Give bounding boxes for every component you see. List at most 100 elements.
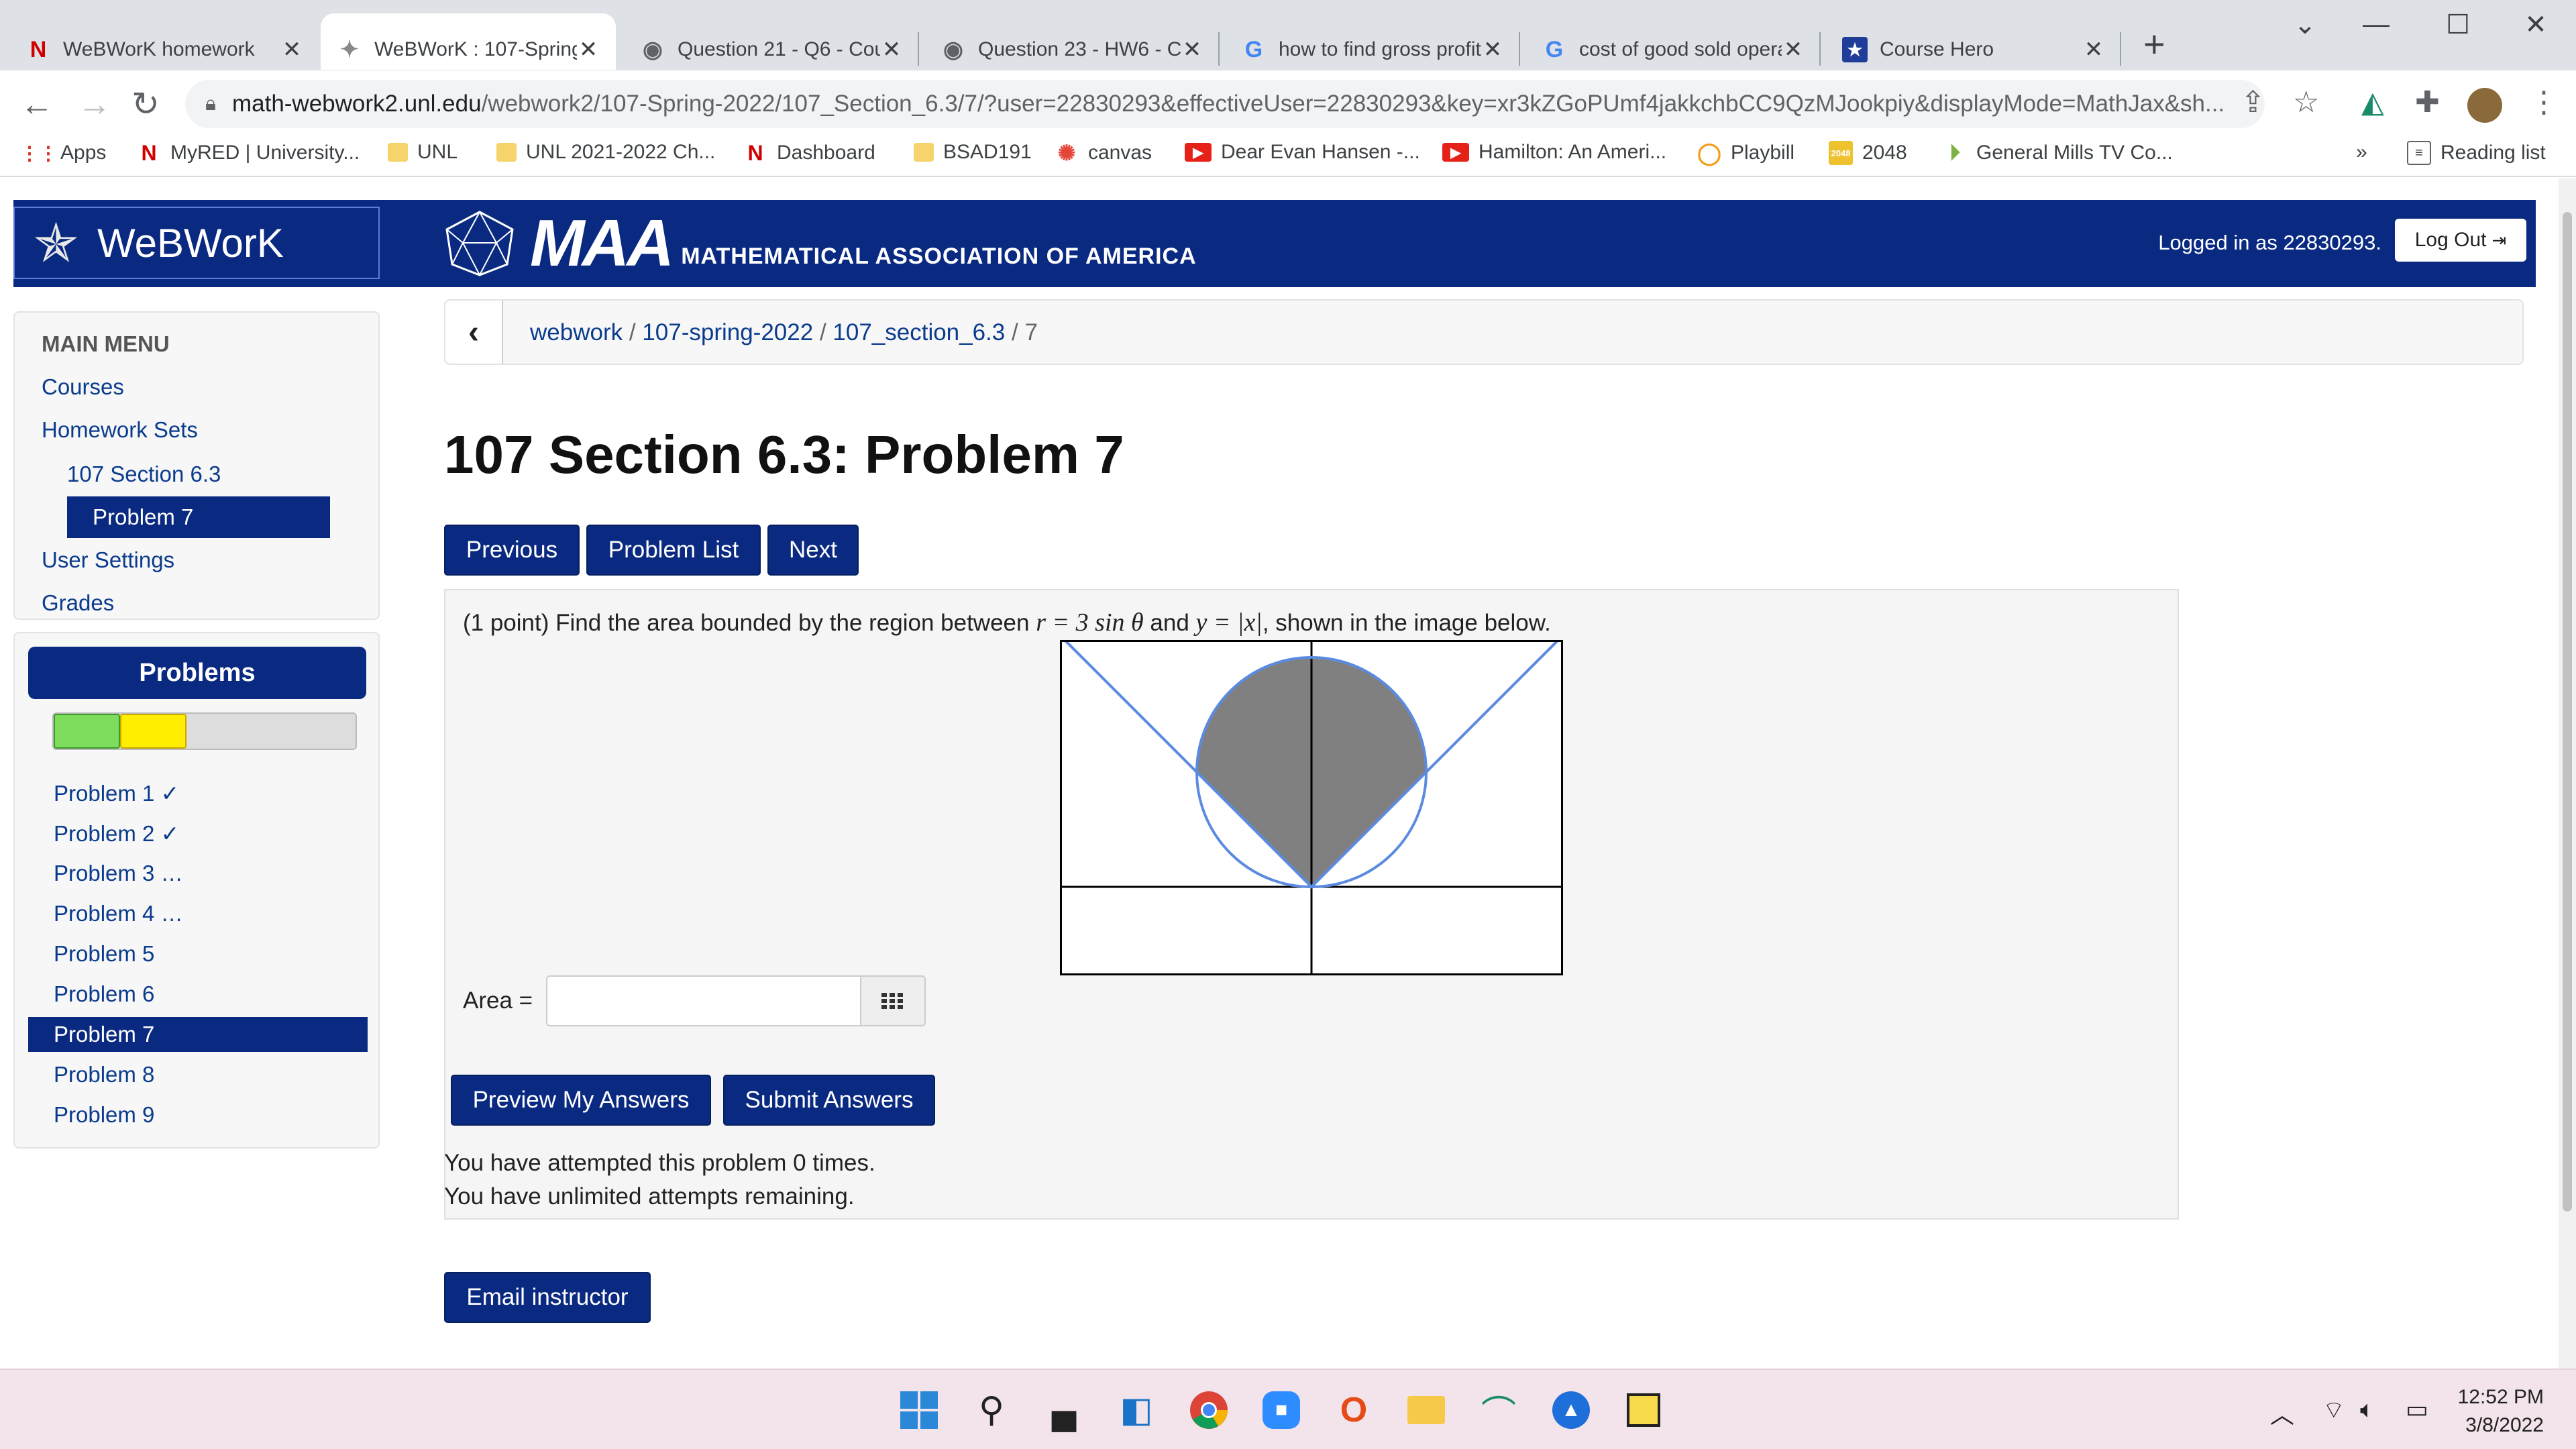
- problem-link-1[interactable]: Problem 1 ✓: [28, 775, 368, 810]
- bookmark-myred[interactable]: N MyRED | University...: [137, 141, 360, 165]
- app-arc-icon[interactable]: ⌒: [1476, 1387, 1521, 1434]
- tab-search-icon[interactable]: ⌄: [2278, 9, 2332, 40]
- close-icon[interactable]: ✕: [1481, 36, 1504, 63]
- back-arrow-icon[interactable]: ←: [20, 84, 54, 124]
- close-window-icon[interactable]: ✕: [2509, 9, 2563, 40]
- address-bar[interactable]: 🔒︎ math-webwork2.unl.edu/webwork2/107-Sp…: [185, 80, 2265, 128]
- area-answer-input[interactable]: [546, 975, 861, 1026]
- equation-editor-button[interactable]: [860, 975, 926, 1026]
- tab-separator: [1819, 32, 1821, 66]
- problem-link-4[interactable]: Problem 4 …: [28, 896, 368, 931]
- avatar[interactable]: [2467, 88, 2502, 123]
- puzzle-icon[interactable]: ✚: [2415, 85, 2440, 119]
- file-explorer-icon[interactable]: [1403, 1387, 1449, 1433]
- bookmark-dear-evan-hansen[interactable]: ▶ Dear Evan Hansen -...: [1185, 141, 1420, 164]
- bookmark-unl-calendar[interactable]: UNL 2021-2022 Ch...: [496, 141, 715, 164]
- maximize-icon[interactable]: ☐: [2431, 9, 2485, 40]
- widgets-icon[interactable]: ◧: [1114, 1387, 1159, 1433]
- lock-icon: 🔒︎: [205, 93, 216, 115]
- task-view-icon[interactable]: ▄: [1041, 1387, 1087, 1433]
- reload-icon[interactable]: ↻: [131, 84, 160, 124]
- webwork-star-icon: ✦: [339, 37, 360, 62]
- menu-item-section[interactable]: 107 Section 6.3: [67, 462, 221, 487]
- submit-answers-button[interactable]: Submit Answers: [723, 1075, 935, 1126]
- main-menu: MAIN MENU Courses Homework Sets 107 Sect…: [13, 311, 380, 620]
- minimize-icon[interactable]: —: [2349, 9, 2403, 40]
- bookmarks-overflow-button[interactable]: »: [2356, 141, 2367, 164]
- maa-logo[interactable]: MAA MATHEMATICAL ASSOCIATION OF AMERICA: [443, 206, 1197, 280]
- menu-item-user-settings[interactable]: User Settings: [42, 547, 174, 573]
- breadcrumb-separator: /: [1012, 319, 1025, 345]
- tab-label: WeBWorK : 107-Spring-2022: [374, 38, 577, 60]
- app-webex-icon[interactable]: ▲: [1548, 1387, 1594, 1433]
- bookmark-2048[interactable]: 2048 2048: [1829, 141, 1907, 165]
- tab-label: cost of good sold operating: [1579, 38, 1782, 60]
- breadcrumb-back-button[interactable]: ‹: [445, 301, 503, 364]
- bookmark-general-mills[interactable]: ⏵ General Mills TV Co...: [1943, 140, 2173, 165]
- breadcrumb-set[interactable]: 107_section_6.3: [833, 319, 1005, 345]
- problem-list-button[interactable]: Problem List: [586, 525, 761, 576]
- breadcrumb-course[interactable]: 107-spring-2022: [642, 319, 813, 345]
- battery-icon[interactable]: ▭: [2406, 1395, 2428, 1424]
- breadcrumb-current: 7: [1024, 319, 1038, 345]
- problem-link-8[interactable]: Problem 8: [28, 1057, 368, 1092]
- bookmark-dashboard[interactable]: N Dashboard: [743, 141, 875, 165]
- webwork-logo[interactable]: ✯ WeBWorK: [13, 207, 380, 279]
- close-icon[interactable]: ✕: [280, 36, 303, 63]
- page-scrollbar[interactable]: [2559, 178, 2576, 1368]
- email-instructor-button[interactable]: Email instructor: [444, 1272, 651, 1323]
- menu-item-homework-sets[interactable]: Homework Sets: [42, 417, 198, 443]
- preview-answers-button[interactable]: Preview My Answers: [451, 1075, 711, 1126]
- problem-link-7[interactable]: Problem 7: [28, 1017, 368, 1052]
- bookmark-star-icon[interactable]: ☆: [2293, 85, 2319, 119]
- menu-item-courses[interactable]: Courses: [42, 374, 124, 400]
- log-out-button[interactable]: Log Out ⇥: [2395, 219, 2526, 262]
- problem-link-3[interactable]: Problem 3 …: [28, 856, 368, 891]
- new-tab-button[interactable]: +: [2143, 25, 2165, 63]
- menu-kebab-icon[interactable]: ⋮: [2529, 85, 2559, 119]
- folder-icon: [914, 143, 934, 162]
- office-icon[interactable]: O: [1331, 1387, 1377, 1433]
- scrollbar-thumb[interactable]: [2563, 212, 2572, 1212]
- taskbar-clock[interactable]: 12:52 PM 3/8/2022: [2458, 1383, 2544, 1440]
- next-button[interactable]: Next: [767, 525, 859, 576]
- bookmark-bsad191[interactable]: BSAD191: [914, 141, 1032, 164]
- extension-icon[interactable]: ◭: [2361, 85, 2384, 119]
- wifi-icon[interactable]: ⌔: [2322, 1395, 2345, 1426]
- close-icon[interactable]: ✕: [1782, 36, 1805, 63]
- chrome-icon[interactable]: [1186, 1387, 1232, 1433]
- problem-link-6[interactable]: Problem 6: [28, 977, 368, 1012]
- youtube-icon: ▶: [1442, 143, 1469, 162]
- bookmark-playbill[interactable]: ◯ Playbill: [1697, 141, 1794, 165]
- close-icon[interactable]: ✕: [2082, 36, 2105, 63]
- tab-separator: [2120, 32, 2121, 66]
- windows-start-icon[interactable]: [896, 1387, 942, 1433]
- reading-list-button[interactable]: ≡ Reading list: [2407, 141, 2546, 165]
- problem-link-9[interactable]: Problem 9: [28, 1097, 368, 1132]
- problem-link-5[interactable]: Problem 5: [28, 936, 368, 971]
- unl-n-icon: N: [30, 36, 47, 62]
- bookmark-unl[interactable]: UNL: [388, 141, 458, 164]
- sticky-notes-icon[interactable]: [1621, 1387, 1666, 1433]
- bookmark-hamilton[interactable]: ▶ Hamilton: An Ameri...: [1442, 141, 1666, 164]
- close-icon[interactable]: ✕: [577, 36, 600, 63]
- close-icon[interactable]: ✕: [880, 36, 903, 63]
- problems-toggle-button[interactable]: Problems: [28, 647, 366, 699]
- menu-item-problem-active[interactable]: Problem 7: [67, 496, 330, 538]
- volume-icon[interactable]: 🔈︎: [2360, 1395, 2375, 1424]
- globe-icon: ◉: [943, 37, 963, 62]
- close-icon[interactable]: ✕: [1181, 36, 1203, 63]
- bookmarks-bar: ⋮⋮ Apps N MyRED | University... UNL UNL 20…: [0, 134, 2576, 177]
- search-icon[interactable]: ⚲: [969, 1387, 1014, 1433]
- previous-button[interactable]: Previous: [444, 525, 580, 576]
- share-icon[interactable]: ⇪: [2241, 85, 2265, 119]
- tray-overflow-icon[interactable]: ︿: [2270, 1395, 2294, 1430]
- forward-arrow-icon[interactable]: →: [78, 84, 111, 124]
- breadcrumb-webwork[interactable]: webwork: [530, 319, 623, 345]
- menu-item-grades[interactable]: Grades: [42, 590, 114, 616]
- zoom-icon[interactable]: ■: [1258, 1387, 1304, 1433]
- bookmark-canvas[interactable]: ✺ canvas: [1055, 141, 1152, 165]
- bookmark-apps[interactable]: ⋮⋮ Apps: [20, 141, 106, 165]
- problems-panel: Problems Problem 1 ✓ Problem 2 ✓ Problem…: [13, 632, 380, 1148]
- problem-link-2[interactable]: Problem 2 ✓: [28, 816, 368, 851]
